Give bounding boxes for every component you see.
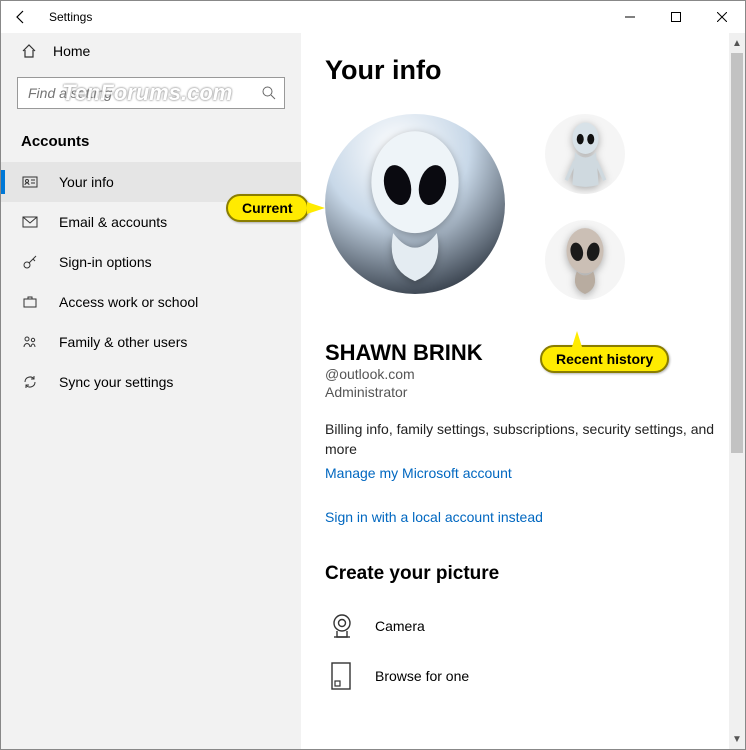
sidebar: Home Accounts Your info Email & acco — [1, 33, 301, 749]
nav-family-users[interactable]: Family & other users — [1, 322, 301, 362]
callout-current: Current — [226, 194, 309, 222]
nav-label: Access work or school — [59, 294, 198, 310]
nav-label: Family & other users — [59, 334, 187, 350]
user-role: Administrator — [325, 384, 721, 400]
manage-account-link[interactable]: Manage my Microsoft account — [325, 465, 512, 481]
nav-label: Your info — [59, 174, 114, 190]
camera-label: Camera — [375, 618, 425, 634]
email-icon — [21, 214, 39, 230]
search-icon — [261, 85, 277, 101]
home-icon — [21, 43, 37, 59]
search-input[interactable] — [17, 77, 285, 109]
avatar-history-2[interactable] — [545, 220, 625, 300]
sync-icon — [21, 374, 39, 390]
browse-icon — [325, 659, 359, 693]
nav-signin-options[interactable]: Sign-in options — [1, 242, 301, 282]
nav-label: Sync your settings — [59, 374, 173, 390]
settings-window: Settings Home Accounts — [0, 0, 746, 750]
nav-access-work[interactable]: Access work or school — [1, 282, 301, 322]
nav-label: Email & accounts — [59, 214, 167, 230]
back-button[interactable] — [1, 1, 41, 33]
avatar-area — [325, 110, 721, 320]
nav-sync-settings[interactable]: Sync your settings — [1, 362, 301, 402]
scroll-thumb[interactable] — [731, 53, 743, 453]
close-button[interactable] — [699, 1, 745, 33]
person-card-icon — [21, 174, 39, 190]
window-title: Settings — [41, 10, 92, 24]
briefcase-icon — [21, 294, 39, 310]
billing-description: Billing info, family settings, subscript… — [325, 420, 721, 459]
avatar-current[interactable] — [325, 114, 505, 294]
callout-recent: Recent history — [540, 345, 669, 373]
camera-icon — [325, 609, 359, 643]
scroll-down-icon[interactable]: ▼ — [729, 731, 745, 747]
titlebar: Settings — [1, 1, 745, 33]
home-label: Home — [53, 43, 90, 59]
people-icon — [21, 334, 39, 350]
scroll-up-icon[interactable]: ▲ — [729, 35, 745, 51]
minimize-button[interactable] — [607, 1, 653, 33]
scrollbar[interactable]: ▲ ▼ — [729, 33, 745, 749]
home-button[interactable]: Home — [1, 33, 301, 69]
nav-label: Sign-in options — [59, 254, 152, 270]
create-picture-heading: Create your picture — [325, 563, 721, 585]
maximize-button[interactable] — [653, 1, 699, 33]
section-title: Accounts — [1, 125, 301, 162]
local-account-link[interactable]: Sign in with a local account instead — [325, 509, 543, 525]
page-heading: Your info — [325, 55, 721, 86]
key-icon — [21, 254, 39, 270]
avatar-history-1[interactable] — [545, 114, 625, 194]
camera-option[interactable]: Camera — [325, 601, 721, 651]
browse-option[interactable]: Browse for one — [325, 651, 721, 701]
main-panel: Your info SHAWN BRINK @outlook.com Admin… — [301, 33, 745, 749]
browse-label: Browse for one — [375, 668, 469, 684]
search-box[interactable] — [17, 77, 285, 109]
